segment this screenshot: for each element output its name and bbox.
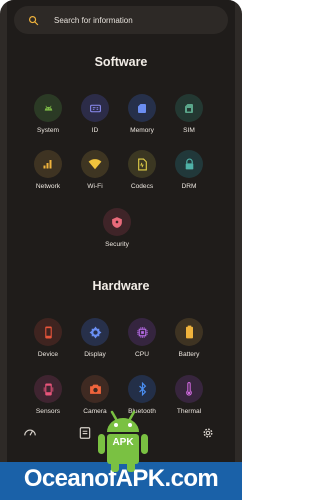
tile-codecs[interactable]: Codecs xyxy=(119,150,165,190)
signal-icon xyxy=(34,150,62,178)
search-bar[interactable]: Search for information xyxy=(14,6,228,34)
tile-label: Memory xyxy=(130,127,154,134)
tile-device[interactable]: Device xyxy=(25,318,71,358)
file-icon xyxy=(128,150,156,178)
lock-icon xyxy=(175,150,203,178)
tile-label: CPU xyxy=(135,351,149,358)
android-icon xyxy=(34,94,62,122)
bluetooth-icon xyxy=(128,375,156,403)
search-icon xyxy=(28,15,50,26)
tile-drm[interactable]: DRM xyxy=(166,150,212,190)
speedometer-icon[interactable] xyxy=(23,426,37,440)
tile-label: System xyxy=(37,127,59,134)
brightness-icon xyxy=(81,318,109,346)
shield-icon xyxy=(103,208,131,236)
tile-sensors[interactable]: Sensors xyxy=(25,375,71,415)
thermometer-icon xyxy=(175,375,203,403)
camera-icon xyxy=(81,375,109,403)
tile-label: ID xyxy=(91,127,99,134)
tile-label: Security xyxy=(105,241,129,248)
sd-card-icon xyxy=(128,94,156,122)
tile-label: Battery xyxy=(178,351,200,358)
tile-label: DRM xyxy=(181,183,197,190)
tile-id[interactable]: ID xyxy=(72,94,118,134)
tile-label: Thermal xyxy=(176,408,202,415)
tile-thermal[interactable]: Thermal xyxy=(166,375,212,415)
tile-label: Display xyxy=(84,351,106,358)
wifi-icon xyxy=(81,150,109,178)
tile-security[interactable]: Security xyxy=(94,208,140,248)
id-card-icon xyxy=(81,94,109,122)
tile-system[interactable]: System xyxy=(25,94,71,134)
tile-wifi[interactable]: Wi-Fi xyxy=(72,150,118,190)
tile-memory[interactable]: Memory xyxy=(119,94,165,134)
list-icon[interactable] xyxy=(79,426,93,440)
apk-badge: APK xyxy=(112,437,134,448)
tile-label: Wi-Fi xyxy=(87,183,103,190)
tile-network[interactable]: Network xyxy=(25,150,71,190)
search-placeholder: Search for information xyxy=(54,15,133,25)
software-section-title: Software xyxy=(94,55,148,69)
phone-icon xyxy=(34,318,62,346)
sim-card-icon xyxy=(175,94,203,122)
settings-icon[interactable] xyxy=(201,426,215,440)
tile-cpu[interactable]: CPU xyxy=(119,318,165,358)
tile-sim[interactable]: SIM xyxy=(166,94,212,134)
hardware-section-title: Hardware xyxy=(92,279,150,293)
android-mascot-logo: APK xyxy=(95,408,151,472)
tile-label: Sensors xyxy=(35,408,61,415)
sensor-icon xyxy=(34,375,62,403)
tile-label: Codecs xyxy=(130,183,154,190)
tile-display[interactable]: Display xyxy=(72,318,118,358)
tile-label: Device xyxy=(37,351,59,358)
tile-label: Network xyxy=(35,183,61,190)
tile-label: SIM xyxy=(183,127,195,134)
tile-battery[interactable]: Battery xyxy=(166,318,212,358)
battery-icon xyxy=(175,318,203,346)
chip-icon xyxy=(128,318,156,346)
